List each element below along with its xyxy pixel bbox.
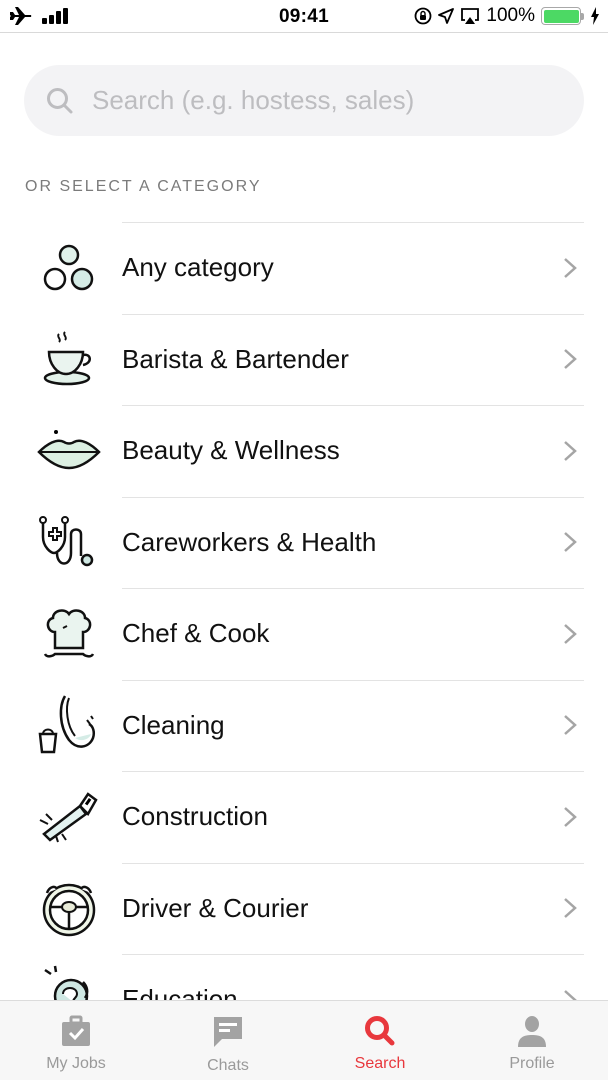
chef-hat-icon [36, 601, 102, 667]
tab-label: Chats [207, 1057, 249, 1074]
three-circles-icon [36, 235, 102, 301]
charging-icon [591, 7, 599, 25]
coffee-cup-icon [36, 326, 102, 392]
tab-chats[interactable]: Chats [152, 1001, 304, 1080]
search-icon [365, 1016, 395, 1046]
battery-percent: 100% [486, 5, 535, 26]
category-label: Careworkers & Health [122, 526, 377, 557]
category-item-construction[interactable]: Construction [0, 771, 608, 863]
chat-bubble-icon [214, 1017, 242, 1047]
chevron-right-icon [564, 623, 577, 644]
chevron-right-icon [564, 532, 577, 553]
chevron-right-icon [564, 806, 577, 827]
mop-bucket-icon [36, 692, 102, 758]
chevron-right-icon [564, 898, 577, 919]
search-input[interactable] [92, 85, 532, 116]
category-label: Any category [122, 252, 274, 283]
category-item-any[interactable]: Any category [0, 222, 608, 314]
category-label: Construction [122, 801, 268, 832]
tab-label: Profile [509, 1055, 555, 1072]
status-bar: 09:41 100% [0, 0, 608, 33]
category-label: Cleaning [122, 709, 225, 740]
search-bar[interactable] [24, 65, 584, 136]
steering-wheel-icon [36, 875, 102, 941]
tab-my-jobs[interactable]: My Jobs [0, 1001, 152, 1080]
category-label: Driver & Courier [122, 892, 309, 923]
lips-icon [36, 418, 102, 484]
chevron-right-icon [564, 257, 577, 278]
category-label: Chef & Cook [122, 618, 270, 649]
chevron-right-icon [564, 349, 577, 370]
stethoscope-icon [36, 509, 102, 575]
category-item-driver[interactable]: Driver & Courier [0, 862, 608, 955]
tab-profile[interactable]: Profile [456, 1001, 608, 1080]
category-label: Barista & Bartender [122, 343, 349, 374]
category-item-careworkers[interactable]: Careworkers & Health [0, 496, 608, 589]
saw-icon [36, 784, 102, 850]
category-label: Beauty & Wellness [122, 435, 340, 466]
category-item-cleaning[interactable]: Cleaning [0, 679, 608, 772]
airplay-icon [461, 8, 480, 24]
orientation-lock-icon [414, 7, 432, 25]
briefcase-check-icon [62, 1015, 90, 1046]
chevron-right-icon [564, 715, 577, 736]
tab-search[interactable]: Search [304, 1001, 456, 1080]
category-item-beauty[interactable]: Beauty & Wellness [0, 405, 608, 497]
category-item-barista[interactable]: Barista & Bartender [0, 313, 608, 406]
chevron-right-icon [564, 440, 577, 461]
section-label: OR SELECT A CATEGORY [25, 178, 262, 195]
person-icon [518, 1016, 546, 1047]
tab-bar: My Jobs Chats Search Profile [0, 1000, 608, 1080]
tab-label: My Jobs [46, 1055, 106, 1072]
category-list: Any category Barista & Bartender Beauty … [0, 222, 608, 1046]
tab-label: Search [354, 1055, 406, 1072]
search-icon [47, 87, 73, 113]
location-icon [438, 8, 455, 24]
category-item-chef[interactable]: Chef & Cook [0, 588, 608, 680]
battery-icon [541, 7, 581, 25]
